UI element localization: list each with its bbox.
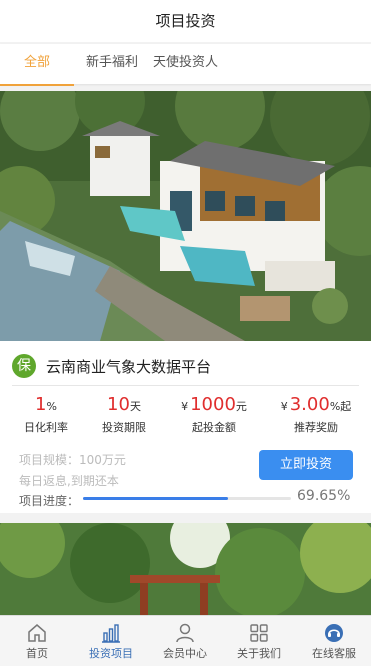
stat-unit: % (46, 400, 57, 413)
home-icon (28, 624, 46, 642)
nav-item-home[interactable]: 首页 (0, 616, 74, 666)
progress-fill (83, 497, 228, 500)
category-tabs: 全部 新手福利 天使投资人 (0, 44, 371, 86)
stat-value: 10 (107, 394, 130, 415)
stat-value: 3.00 (289, 394, 330, 415)
stat-prefix: ¥ (280, 400, 288, 413)
project-title: 云南商业气象大数据平台 (46, 357, 212, 376)
guarantee-badge: 保 (12, 354, 36, 378)
repayment-method: 每日返息,到期还本 (19, 474, 119, 488)
stat-referral-reward: ¥3.00%起 推荐奖励 (270, 393, 362, 435)
nav-item-member[interactable]: 会员中心 (148, 616, 222, 666)
progress-label: 项目进度： (19, 494, 80, 508)
page-header: 项目投资 (0, 0, 371, 42)
progress-bar (83, 497, 291, 500)
stat-unit: 天 (129, 400, 141, 413)
bar-chart-icon (102, 624, 120, 643)
user-icon (176, 623, 194, 643)
bottom-nav: 首页 投资项目 会员中心 关于我们 在线客服 (0, 615, 371, 666)
headset-icon (325, 624, 343, 642)
nav-label: 会员中心 (163, 647, 207, 660)
nav-item-projects[interactable]: 投资项目 (74, 616, 148, 666)
divider (12, 385, 359, 386)
nav-label: 首页 (26, 647, 48, 660)
page-title: 项目投资 (155, 12, 216, 30)
grid-icon (250, 624, 268, 642)
stat-unit: %起 (329, 400, 352, 413)
project-scale: 项目规模：100万元 (19, 453, 126, 467)
project-card[interactable]: 保 云南商业气象大数据平台 1% 日化利率 10天 投资期限 ¥1000元 起投… (0, 341, 371, 513)
stat-min-amount: ¥1000元 起投金额 (168, 393, 260, 435)
nav-label: 投资项目 (89, 647, 133, 660)
nav-item-about[interactable]: 关于我们 (222, 616, 296, 666)
progress-percent: 69.65% (297, 488, 351, 504)
stat-label: 起投金额 (192, 421, 236, 434)
project-cover-image-2[interactable] (0, 523, 371, 615)
nav-item-support[interactable]: 在线客服 (297, 616, 371, 666)
tab-angel-investor[interactable]: 天使投资人 (153, 44, 218, 84)
stat-value: 1 (35, 394, 47, 415)
tab-all[interactable]: 全部 (0, 44, 74, 86)
stat-label: 投资期限 (102, 421, 146, 434)
stat-unit: 元 (235, 400, 247, 413)
stat-prefix: ¥ (181, 400, 189, 413)
nav-label: 在线客服 (312, 647, 356, 660)
project-title-row: 保 云南商业气象大数据平台 (12, 352, 211, 380)
nav-label: 关于我们 (237, 647, 281, 660)
project-cover-image[interactable] (0, 91, 371, 341)
tab-newbie-welfare[interactable]: 新手福利 (86, 44, 138, 84)
stat-value: 1000 (190, 394, 236, 415)
invest-now-button[interactable]: 立即投资 (259, 450, 353, 480)
stat-label: 推荐奖励 (294, 421, 338, 434)
stat-investment-period: 10天 投资期限 (78, 393, 170, 435)
